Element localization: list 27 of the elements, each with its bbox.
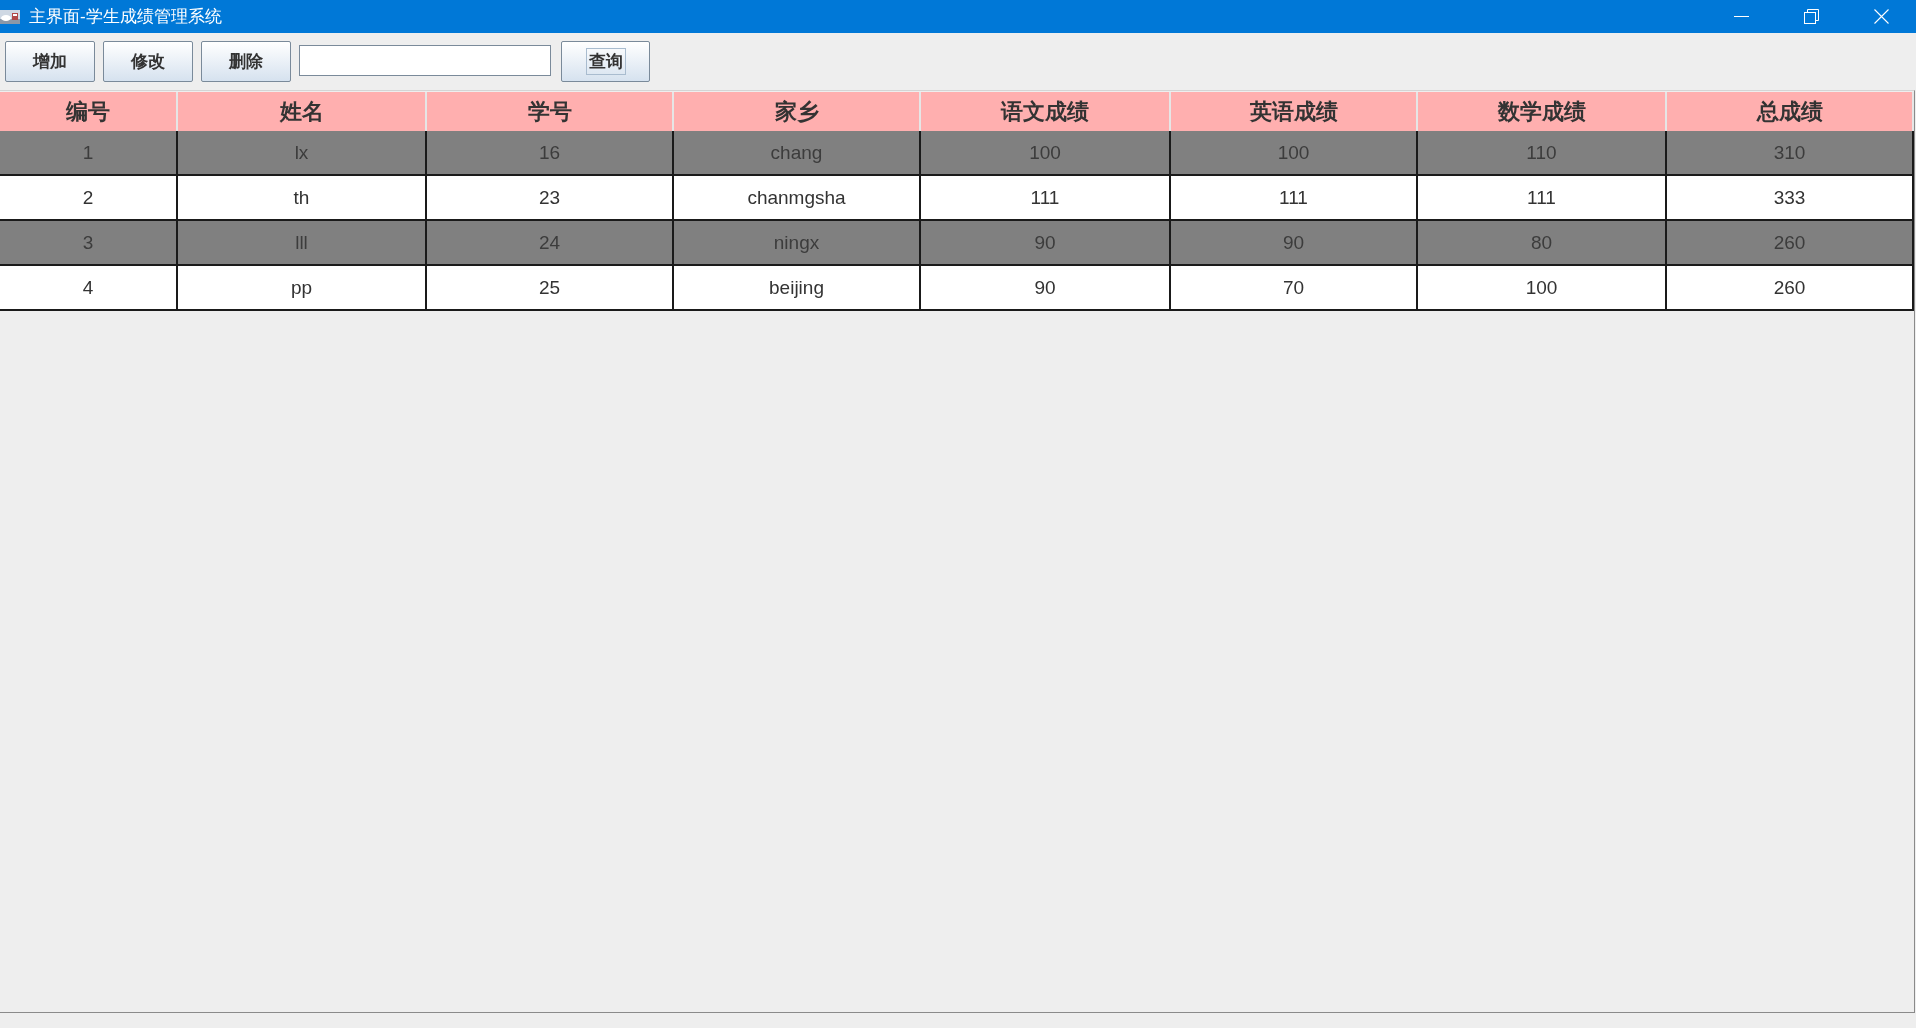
- table-row[interactable]: 4 pp 25 beijing 90 70 100 260: [0, 266, 1914, 311]
- column-header: 英语成绩: [1171, 92, 1418, 131]
- table-cell: beijing: [674, 266, 921, 311]
- table-row[interactable]: 2 th 23 chanmgsha 111 111 111 333: [0, 176, 1914, 221]
- column-header: 总成绩: [1667, 92, 1914, 131]
- app-icon: [0, 9, 20, 24]
- column-header: 家乡: [674, 92, 921, 131]
- table-cell: 25: [427, 266, 674, 311]
- table-cell: 70: [1171, 266, 1418, 311]
- table-cell: 90: [921, 266, 1171, 311]
- window-title: 主界面-学生成绩管理系统: [29, 6, 222, 28]
- column-header: 姓名: [178, 92, 427, 131]
- search-field[interactable]: [299, 45, 551, 76]
- table-cell: pp: [178, 266, 427, 311]
- toolbar-button[interactable]: 增加: [5, 41, 95, 82]
- toolbar-button[interactable]: 删除: [201, 41, 291, 82]
- close-icon[interactable]: [1873, 9, 1889, 24]
- table-cell: 4: [0, 266, 178, 311]
- column-header: 数学成绩: [1418, 92, 1667, 131]
- table-cell: 100: [1418, 266, 1667, 311]
- table-cell: 260: [1667, 266, 1914, 311]
- column-header: 学号: [427, 92, 674, 131]
- column-header: 语文成绩: [921, 92, 1171, 131]
- query-button[interactable]: 查询: [561, 41, 650, 82]
- restore-icon[interactable]: [1803, 9, 1819, 24]
- column-header: 编号: [0, 92, 178, 131]
- toolbar-button[interactable]: 修改: [103, 41, 193, 82]
